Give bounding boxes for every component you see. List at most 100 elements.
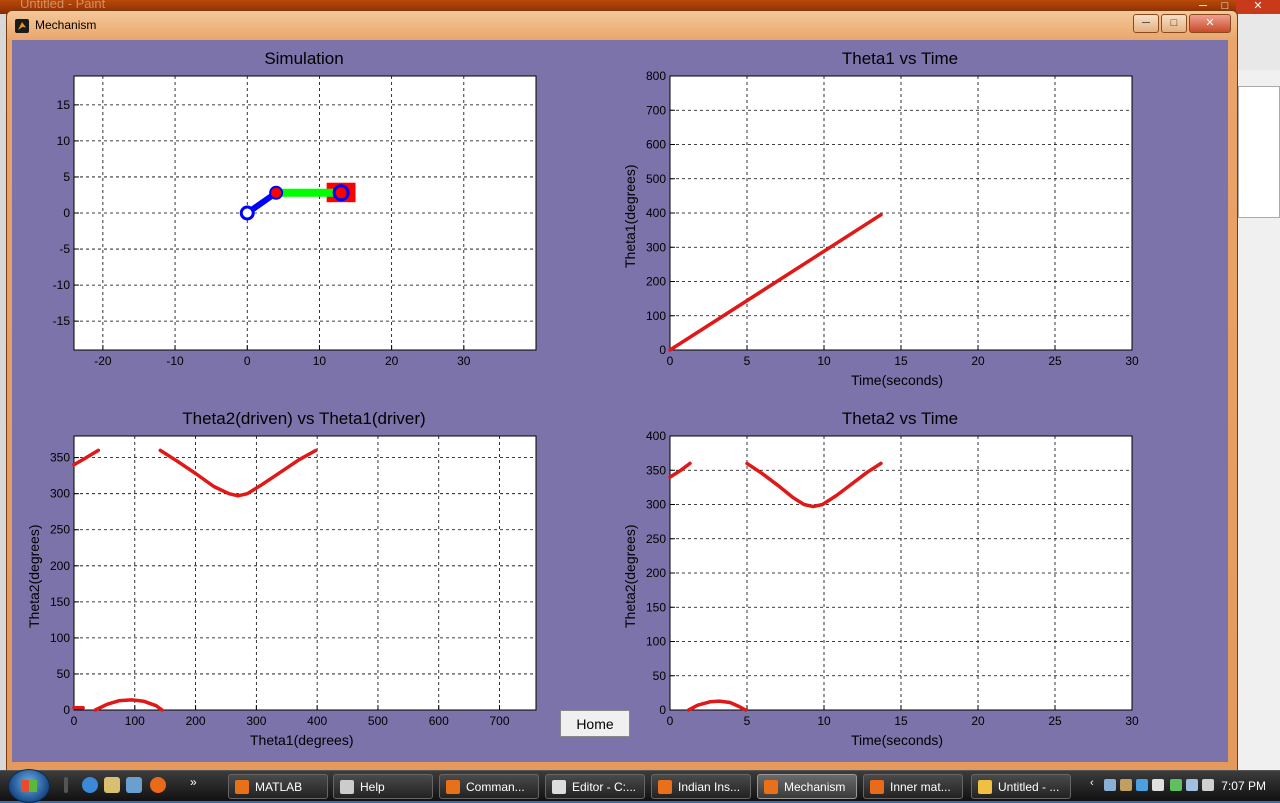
x-tick-label: 30 bbox=[1125, 354, 1139, 368]
simulation-plot[interactable]: -20 -10 0 10 20 30 -15 -10 -5 0 5 10 15 bbox=[53, 75, 537, 368]
y-tick-label: 400 bbox=[646, 206, 666, 220]
theta1-time-xlabel: Time(seconds) bbox=[851, 372, 944, 388]
theta1-time-title: Theta1 vs Time bbox=[841, 49, 959, 68]
x-tick-label: 30 bbox=[1125, 714, 1139, 728]
y-tick-label: 700 bbox=[646, 103, 666, 117]
y-tick-label: 300 bbox=[646, 240, 666, 254]
taskbar: » MATLAB Help Comman... Editor - C:... India… bbox=[0, 769, 1280, 803]
simulation-title: Simulation bbox=[264, 49, 344, 68]
taskbar-item[interactable]: MATLAB bbox=[228, 774, 328, 799]
tray-app-icon[interactable] bbox=[1152, 779, 1164, 791]
theta2-theta1-plot[interactable]: 0 100 200 300 400 500 600 700 0 50 100 150 200 250 300… bbox=[50, 435, 537, 728]
x-tick-label: 15 bbox=[894, 714, 908, 728]
x-tick-label: 20 bbox=[971, 714, 985, 728]
x-tick-label: 400 bbox=[307, 714, 327, 728]
theta2-time-title: Theta2 vs Time bbox=[841, 409, 959, 428]
x-tick-label: 10 bbox=[313, 354, 327, 368]
tray-app-icon[interactable] bbox=[1120, 779, 1132, 791]
battery-icon[interactable] bbox=[1170, 779, 1182, 791]
theta2-time-ylabel: Theta2(degrees) bbox=[622, 524, 638, 628]
x-tick-label: 5 bbox=[744, 714, 751, 728]
x-tick-label: 0 bbox=[667, 714, 674, 728]
home-button[interactable]: Home bbox=[560, 710, 630, 737]
y-tick-label: 50 bbox=[653, 669, 667, 683]
y-tick-label: 100 bbox=[646, 309, 666, 323]
taskbar-item[interactable]: Indian Ins... bbox=[651, 774, 751, 799]
tray-app-icon[interactable] bbox=[1136, 779, 1148, 791]
theta2-time-plot[interactable]: 0 5 10 15 20 25 30050100150200250300350400 bbox=[646, 429, 1139, 728]
taskbar-item[interactable]: Comman... bbox=[439, 774, 539, 799]
theta2-theta1-ylabel: Theta2(degrees) bbox=[26, 524, 42, 628]
volume-icon[interactable] bbox=[1202, 779, 1214, 791]
slider-pin bbox=[332, 184, 350, 202]
x-tick-label: 25 bbox=[1048, 714, 1062, 728]
x-tick-label: -10 bbox=[166, 354, 184, 368]
y-tick-label: 200 bbox=[50, 559, 70, 573]
y-tick-label: 600 bbox=[646, 138, 666, 152]
y-tick-label: 800 bbox=[646, 69, 666, 83]
y-tick-label: 350 bbox=[50, 451, 70, 465]
x-tick-label: 300 bbox=[246, 714, 266, 728]
taskbar-item-label: Editor - C:... bbox=[572, 780, 637, 794]
theta1-time-plot[interactable]: 0 5 10 15 20 25 300100200300400500600700800 bbox=[646, 69, 1139, 368]
x-tick-label: 200 bbox=[186, 714, 206, 728]
y-tick-label: 0 bbox=[659, 343, 666, 357]
x-tick-label: 30 bbox=[457, 354, 471, 368]
taskbar-item[interactable]: Inner mat... bbox=[863, 774, 963, 799]
x-tick-label: 10 bbox=[817, 714, 831, 728]
x-tick-label: 0 bbox=[71, 714, 78, 728]
taskbar-item[interactable]: Untitled - ... bbox=[971, 774, 1071, 799]
y-tick-label: 0 bbox=[659, 703, 666, 717]
taskbar-item-label: MATLAB bbox=[255, 780, 303, 794]
ground-pivot bbox=[239, 205, 255, 221]
y-tick-label: 100 bbox=[50, 631, 70, 645]
matlab-icon bbox=[15, 19, 29, 33]
taskbar-item-label: Indian Ins... bbox=[678, 780, 741, 794]
x-tick-label: 700 bbox=[490, 714, 510, 728]
y-tick-label: 300 bbox=[646, 498, 666, 512]
x-tick-label: 15 bbox=[894, 354, 908, 368]
y-tick-label: 400 bbox=[646, 429, 666, 443]
explorer-icon[interactable] bbox=[104, 777, 120, 793]
firefox-icon bbox=[870, 780, 884, 794]
taskbar-item[interactable]: Mechanism bbox=[757, 774, 857, 799]
quick-launch-separator-icon bbox=[64, 777, 68, 793]
background-panel bbox=[1238, 86, 1280, 218]
minimize-button[interactable]: ─ bbox=[1133, 14, 1159, 33]
maximize-button[interactable]: □ bbox=[1161, 14, 1187, 33]
taskbar-item[interactable]: Editor - C:... bbox=[545, 774, 645, 799]
taskbar-item[interactable]: Help bbox=[333, 774, 433, 799]
plot-area bbox=[74, 436, 536, 710]
desktop-icon[interactable] bbox=[126, 777, 142, 793]
start-button[interactable] bbox=[8, 769, 50, 803]
paint-icon bbox=[978, 780, 992, 794]
theta2-time-xlabel: Time(seconds) bbox=[851, 732, 944, 748]
background-close-button[interactable]: ✕ bbox=[1236, 0, 1280, 14]
x-tick-label: 10 bbox=[817, 354, 831, 368]
crank-pin bbox=[269, 185, 284, 200]
y-tick-label: 5 bbox=[63, 170, 70, 184]
y-tick-label: 200 bbox=[646, 275, 666, 289]
y-tick-label: -15 bbox=[53, 314, 71, 328]
tray-app-icon[interactable] bbox=[1104, 779, 1116, 791]
theta2-theta1-title: Theta2(driven) vs Theta1(driver) bbox=[182, 409, 426, 428]
clock[interactable]: 7:07 PM bbox=[1221, 779, 1266, 793]
x-tick-label: 100 bbox=[125, 714, 145, 728]
taskbar-item-label: Mechanism bbox=[784, 780, 846, 794]
matlab-icon bbox=[658, 780, 672, 794]
tray-arrow-icon[interactable]: ‹ bbox=[1090, 777, 1102, 789]
network-icon[interactable] bbox=[1186, 779, 1198, 791]
taskbar-item-label: Help bbox=[360, 780, 385, 794]
y-tick-label: -5 bbox=[59, 242, 70, 256]
theta2-theta1-xlabel: Theta1(degrees) bbox=[250, 732, 354, 748]
firefox-quicklaunch-icon[interactable] bbox=[150, 777, 166, 793]
window-title-bar[interactable]: Mechanism ─ □ ✕ bbox=[7, 11, 1237, 41]
more-icon[interactable]: » bbox=[190, 775, 206, 791]
x-tick-label: 20 bbox=[385, 354, 399, 368]
system-tray: ‹ 7:07 PM bbox=[1090, 771, 1280, 801]
x-tick-label: 500 bbox=[368, 714, 388, 728]
ie-icon[interactable] bbox=[82, 777, 98, 793]
x-tick-label: -20 bbox=[94, 354, 112, 368]
close-button[interactable]: ✕ bbox=[1189, 14, 1231, 33]
y-tick-label: 15 bbox=[57, 98, 71, 112]
